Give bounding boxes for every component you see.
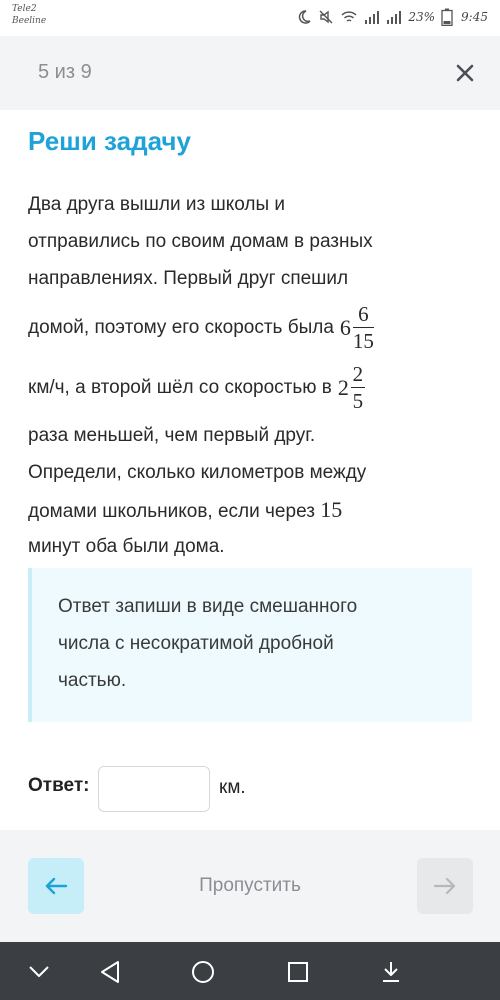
wifi-icon bbox=[341, 11, 357, 22]
problem-line: направлениях. Первый друг спешил bbox=[28, 268, 349, 289]
moon-icon bbox=[299, 10, 311, 24]
battery-percent: 23% bbox=[408, 10, 436, 24]
collapse-button[interactable] bbox=[26, 959, 52, 985]
close-button[interactable] bbox=[450, 58, 480, 88]
task-header: 5 из 9 bbox=[0, 36, 500, 110]
hint-line: Ответ запиши в виде смешанного bbox=[58, 596, 358, 617]
hint-line: числа с несократимой дробной bbox=[58, 633, 334, 654]
skip-button[interactable]: Пропустить bbox=[150, 870, 350, 902]
problem-line: Определи, сколько километров между bbox=[28, 462, 367, 483]
next-button[interactable] bbox=[417, 858, 473, 914]
minutes-value: 15 bbox=[320, 497, 343, 522]
status-bar: Tele2 Beeline 23% 9:45 bbox=[0, 0, 500, 36]
problem-line: раза меньшей, чем первый друг. bbox=[28, 425, 316, 446]
notifications-pull-button[interactable] bbox=[378, 959, 404, 985]
carrier-2: Beeline bbox=[12, 16, 47, 26]
arrow-right-icon bbox=[433, 877, 456, 895]
action-bar: Пропустить bbox=[0, 830, 500, 942]
speed-fraction: 6 15 bbox=[352, 301, 374, 353]
answer-format-hint: Ответ запиши в виде смешанного числа с н… bbox=[28, 568, 472, 722]
circle-home-icon bbox=[192, 961, 214, 983]
ratio-numerator: 2 bbox=[352, 361, 364, 386]
speed-whole: 6 bbox=[339, 314, 351, 340]
pull-down-icon bbox=[383, 962, 399, 982]
answer-input[interactable] bbox=[98, 766, 210, 812]
fraction-bar bbox=[350, 386, 365, 388]
status-icons: 23% 9:45 bbox=[296, 7, 488, 27]
clock: 9:45 bbox=[461, 10, 488, 24]
problem-line-text: км/ч, а второй шёл со скоростью в bbox=[28, 376, 332, 398]
back-button[interactable] bbox=[28, 858, 84, 914]
system-home-button[interactable] bbox=[190, 959, 216, 985]
problem-line: отправились по своим домам в разных bbox=[28, 231, 373, 252]
signal-icon bbox=[365, 11, 380, 24]
problem-text: Два друга вышли из школы и отправились п… bbox=[28, 186, 478, 565]
problem-line: Два друга вышли из школы и bbox=[28, 194, 286, 215]
carrier-names: Tele2 Beeline bbox=[12, 3, 46, 27]
system-back-button[interactable] bbox=[97, 959, 123, 985]
answer-label: Ответ: bbox=[28, 775, 90, 796]
hint-text: Ответ запиши в виде смешанного числа с н… bbox=[58, 588, 458, 699]
speed-denominator: 15 bbox=[352, 328, 374, 353]
system-recents-button[interactable] bbox=[285, 959, 311, 985]
close-icon bbox=[456, 64, 474, 82]
problem-line-speed: домой, поэтому его скорость была 6 6 15 bbox=[28, 297, 478, 357]
mute-icon bbox=[319, 10, 333, 24]
mixed-number-speed: 6 6 15 bbox=[340, 302, 374, 353]
ratio-denominator: 5 bbox=[352, 388, 364, 413]
problem-line-text: домами школьников, если через bbox=[28, 501, 315, 522]
system-navigation-bar bbox=[0, 942, 500, 1000]
triangle-back-icon bbox=[101, 961, 119, 983]
problem-line-text: домой, поэтому его скорость была bbox=[28, 316, 334, 338]
ratio-fraction: 2 5 bbox=[350, 361, 365, 413]
arrow-left-icon bbox=[45, 877, 68, 895]
task-content: Реши задачу Два друга вышли из школы и о… bbox=[0, 110, 500, 830]
hint-line: частью. bbox=[58, 670, 127, 691]
speed-numerator: 6 bbox=[358, 301, 369, 326]
square-recents-icon bbox=[288, 962, 308, 982]
ratio-whole: 2 bbox=[337, 374, 349, 400]
mixed-number-ratio: 2 2 5 bbox=[338, 362, 365, 413]
signal-icon-2 bbox=[387, 11, 402, 24]
problem-line-ratio: км/ч, а второй шёл со скоростью в 2 2 5 bbox=[28, 357, 478, 417]
problem-line: минут оба были дома. bbox=[28, 536, 225, 557]
problem-line-minutes: домами школьников, если через 15 bbox=[28, 491, 478, 528]
battery-icon bbox=[441, 8, 453, 26]
fraction-bar bbox=[352, 326, 374, 328]
answer-unit: км. bbox=[219, 777, 246, 798]
task-title: Реши задачу bbox=[28, 126, 191, 156]
chevron-down-icon bbox=[29, 966, 49, 977]
task-counter: 5 из 9 bbox=[38, 61, 92, 83]
carrier-1: Tele2 bbox=[12, 4, 37, 14]
